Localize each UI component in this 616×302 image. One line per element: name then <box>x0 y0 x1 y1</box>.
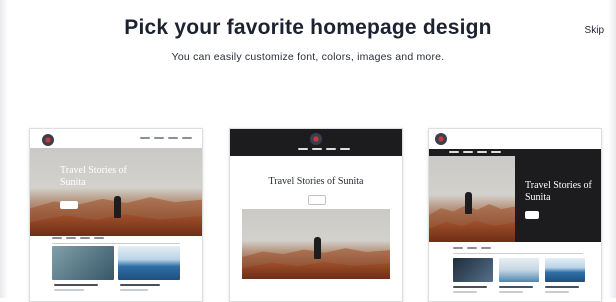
post-meta-line <box>453 291 477 293</box>
hiker-figure <box>465 192 472 214</box>
post-thumbnail <box>52 246 114 280</box>
post-meta-line <box>499 291 523 293</box>
design-nav <box>140 137 192 141</box>
post-title-line <box>120 284 160 286</box>
design-nav <box>449 151 501 155</box>
post-title-line <box>453 286 487 288</box>
post-meta-line <box>54 289 84 291</box>
left-edge-shadow <box>0 0 8 298</box>
hero-image <box>242 209 390 279</box>
hero-image <box>429 156 515 242</box>
section-tabs <box>52 237 104 241</box>
design-logo-icon <box>435 133 447 145</box>
hero-button <box>308 195 326 205</box>
post-thumbnail <box>453 258 493 282</box>
post-title-line <box>499 286 533 288</box>
right-edge-shadow <box>608 0 616 298</box>
design-option-1[interactable]: Travel Stories of Sunita <box>29 128 203 302</box>
page-title: Pick your favorite homepage design <box>124 16 492 39</box>
design-option-2[interactable]: Travel Stories of Sunita <box>229 128 403 302</box>
hero-button <box>60 201 78 209</box>
post-thumbnail <box>118 246 180 280</box>
section-divider <box>52 243 180 244</box>
hiker-figure <box>314 237 321 259</box>
post-meta-line <box>545 291 569 293</box>
hero-button <box>525 211 539 219</box>
post-thumbnail <box>499 258 539 282</box>
design-headline: Travel Stories of Sunita <box>525 180 592 203</box>
design-headline: Travel Stories of Sunita <box>60 165 127 188</box>
design-logo-icon <box>42 134 54 146</box>
design-logo-icon <box>310 133 322 145</box>
page-subtitle: You can easily customize font, colors, i… <box>171 51 445 63</box>
post-title-line <box>54 284 98 286</box>
design-nav <box>298 148 350 152</box>
section-divider <box>453 253 583 254</box>
hero-image <box>30 148 202 236</box>
post-title-line <box>545 286 579 288</box>
skip-link[interactable]: Skip <box>585 25 604 36</box>
design-option-3[interactable]: Travel Stories of Sunita <box>428 128 602 302</box>
post-meta-line <box>120 289 148 291</box>
post-thumbnail <box>545 258 585 282</box>
hiker-figure <box>114 196 121 218</box>
design-headline: Travel Stories of Sunita <box>268 176 364 187</box>
section-tabs <box>453 247 491 251</box>
